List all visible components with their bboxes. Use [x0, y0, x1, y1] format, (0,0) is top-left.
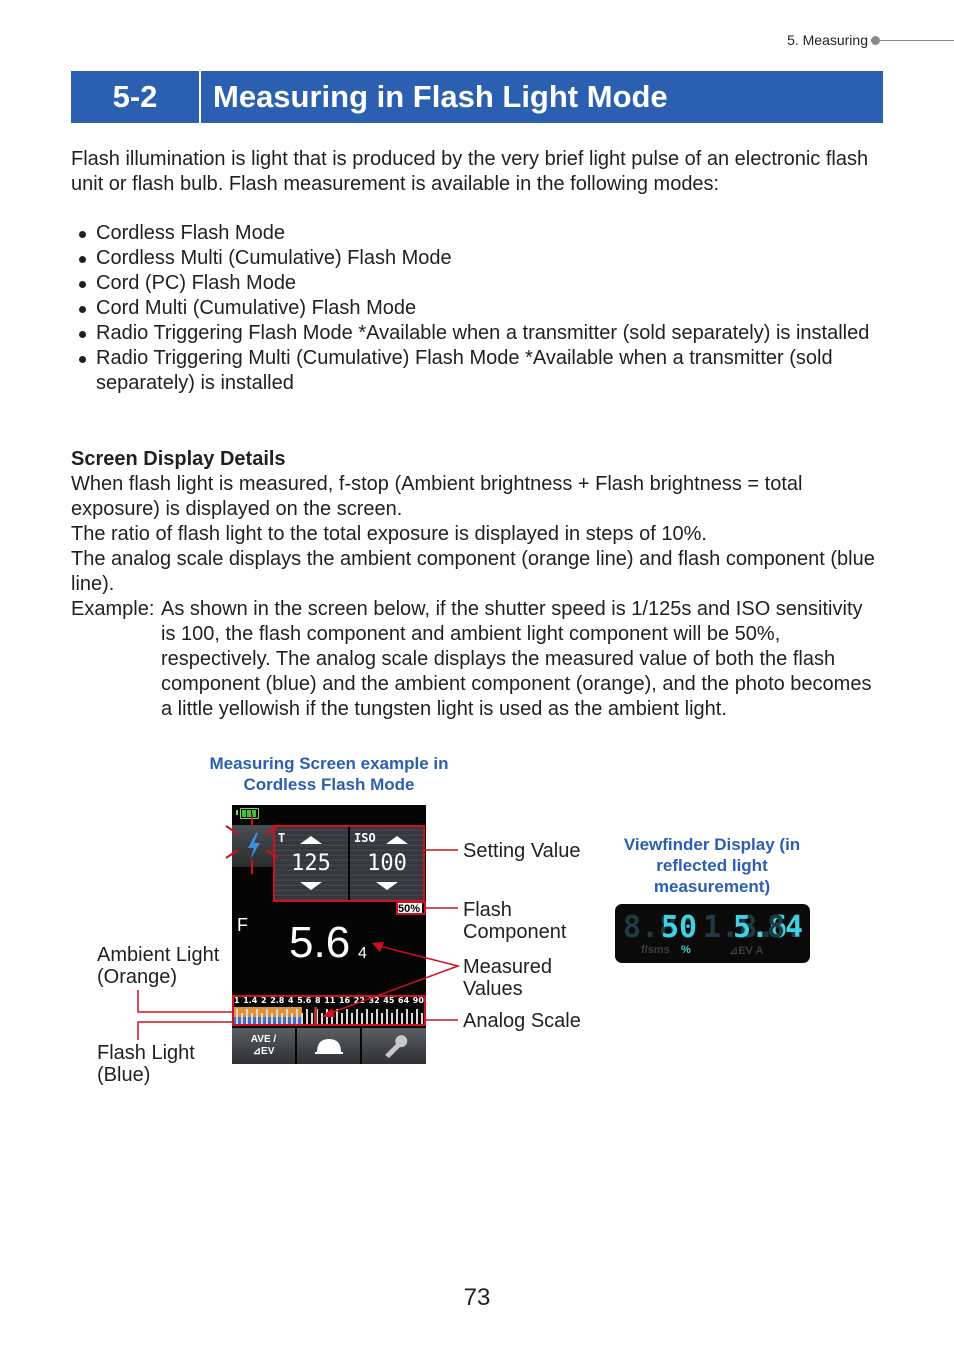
- ave-delta-ev-button[interactable]: AVE / ⊿EV: [232, 1028, 295, 1064]
- list-item: Cordless Multi (Cumulative) Flash Mode: [71, 246, 871, 271]
- example-label: Example:: [71, 598, 155, 620]
- flash-modes-list: Cordless Flash Mode Cordless Multi (Cumu…: [71, 221, 871, 396]
- paragraph: When flash light is measured, f-stop (Am…: [71, 473, 803, 520]
- callout-measured-values: Measured Values: [463, 956, 552, 1000]
- figure-caption: Measuring Screen example in Cordless Fla…: [209, 754, 449, 794]
- section-banner: 5-2 Measuring in Flash Light Mode: [71, 71, 883, 123]
- callout-flash-component: Flash Component: [463, 899, 567, 943]
- callout-setting-value: Setting Value: [463, 840, 581, 862]
- vf-ev-units: ⊿EV A: [729, 945, 764, 957]
- vf-sub-value: 4: [785, 910, 804, 945]
- vf-percent-unit: %: [681, 944, 691, 956]
- example-text: As shown in the screen below, if the shu…: [161, 598, 872, 720]
- f-label: F: [237, 915, 248, 935]
- callout-lines-left: [137, 990, 232, 1040]
- viewfinder-caption: Viewfinder Display (in reflected light m…: [623, 835, 801, 896]
- breadcrumb-rule: [880, 40, 954, 41]
- paragraph: The ratio of flash light to the total ex…: [71, 523, 707, 545]
- paragraph: The analog scale displays the ambient co…: [71, 548, 875, 595]
- callout-flash-light: Flash Light (Blue): [97, 1042, 195, 1086]
- delta-ev-label: ⊿EV: [252, 1046, 275, 1057]
- breadcrumb: 5. Measuring: [787, 32, 868, 48]
- banner-divider: [199, 71, 201, 123]
- callout-ambient-light: Ambient Light (Orange): [97, 944, 220, 988]
- ave-label: AVE /: [250, 1034, 277, 1045]
- flash-blink-marks: [225, 814, 279, 874]
- list-item: Cordless Flash Mode: [71, 221, 871, 246]
- breadcrumb-dot: [871, 36, 880, 45]
- list-item: Radio Triggering Flash Mode *Available w…: [71, 321, 871, 346]
- viewfinder-display: 8.8 50 1.8. 5.6 8. 4 f/sms % ⊿EV A: [615, 904, 810, 963]
- list-item: Radio Triggering Multi (Cumulative) Flas…: [71, 346, 871, 396]
- section-heading: Screen Display Details: [71, 448, 286, 470]
- callout-lines-right: [322, 849, 461, 1021]
- callout-analog-scale: Analog Scale: [463, 1010, 581, 1032]
- page-number: 73: [463, 1284, 491, 1311]
- vf-percent-value: 50: [661, 910, 698, 945]
- list-item: Cord Multi (Cumulative) Flash Mode: [71, 296, 871, 321]
- page-title: Measuring in Flash Light Mode: [213, 79, 668, 114]
- section-number: 5-2: [112, 79, 158, 114]
- vf-units: f/sms: [641, 944, 670, 956]
- list-item: Cord (PC) Flash Mode: [71, 271, 871, 296]
- intro-paragraph: Flash illumination is light that is prod…: [71, 148, 869, 195]
